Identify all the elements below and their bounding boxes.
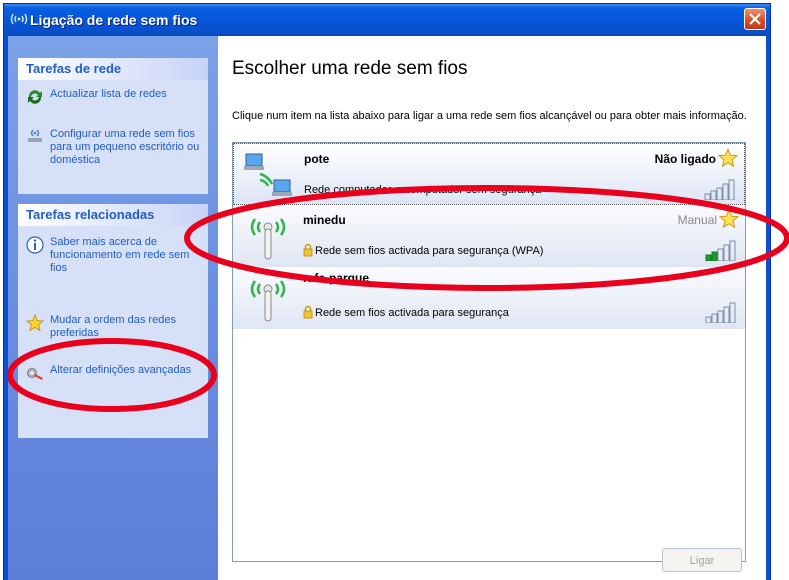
network-list[interactable]: pote Não ligado Rede computador-a-comput…	[232, 142, 746, 562]
access-point-icon	[250, 218, 286, 260]
signal-strength-icon	[704, 179, 735, 200]
task-change-preferred-order[interactable]: Mudar a ordem das redes preferidas	[26, 314, 206, 342]
info-icon	[26, 236, 44, 254]
preferred-star-icon	[719, 209, 739, 229]
close-icon	[749, 13, 761, 25]
lock-icon	[303, 243, 313, 257]
task-refresh-network-list[interactable]: Actualizar lista de redes	[26, 88, 206, 108]
page-title: Escolher uma rede sem fios	[232, 58, 468, 79]
task-refresh-label: Actualizar lista de redes	[50, 88, 167, 100]
star-icon	[26, 314, 44, 332]
related-tasks-heading: Tarefas relacionadas	[18, 204, 208, 226]
network-security: Rede computador-a-computador sem seguran…	[304, 184, 542, 196]
network-item-minedu[interactable]: minedu Manual Rede sem fios activada par…	[233, 205, 745, 267]
network-item-rafe-parque[interactable]: rafe-parque Rede sem fios activada para …	[233, 267, 745, 329]
title-bar[interactable]: Ligação de rede sem fios	[4, 4, 770, 36]
refresh-icon	[28, 90, 42, 104]
ad-hoc-network-icon	[244, 153, 292, 196]
task-learn-label: Saber mais acerca de funcionamento em re…	[50, 236, 190, 274]
access-point-icon	[250, 280, 286, 322]
task-learn-about-wireless[interactable]: Saber mais acerca de funcionamento em re…	[26, 236, 206, 276]
network-security: Rede sem fios activada para segurança (W…	[315, 245, 544, 257]
main-content: Escolher uma rede sem fios Clique num it…	[218, 36, 766, 580]
task-advanced-label: Alterar definições avançadas	[50, 364, 192, 376]
related-tasks-panel: Tarefas relacionadas Saber mais acerca d…	[18, 204, 208, 438]
close-button[interactable]	[744, 8, 766, 30]
connect-button[interactable]: Ligar	[662, 548, 742, 572]
network-tasks-panel: Tarefas de rede Actualizar lista de rede…	[18, 58, 208, 194]
wizard-icon	[28, 129, 42, 142]
task-change-order-label: Mudar a ordem das redes preferidas	[50, 314, 176, 339]
network-name: pote	[304, 152, 330, 166]
wireless-connection-window: Ligação de rede sem fios Tarefas de rede…	[3, 3, 771, 580]
task-setup-wireless-network[interactable]: Configurar uma rede sem fios para um peq…	[26, 128, 206, 176]
task-setup-label: Configurar uma rede sem fios para um peq…	[50, 128, 200, 166]
page-description: Clique num item na lista abaixo para lig…	[232, 110, 747, 122]
network-security: Rede sem fios activada para segurança	[315, 307, 509, 319]
settings-icon	[27, 368, 43, 380]
network-tasks-heading: Tarefas de rede	[18, 58, 208, 80]
wireless-icon	[10, 13, 28, 25]
window-title: Ligação de rede sem fios	[30, 12, 198, 28]
task-change-advanced-settings[interactable]: Alterar definições avançadas	[26, 364, 206, 392]
signal-strength-icon	[705, 240, 736, 261]
task-sidebar: Tarefas de rede Actualizar lista de rede…	[8, 36, 218, 580]
network-name: minedu	[303, 213, 346, 227]
lock-icon	[303, 305, 313, 319]
network-status: Não ligado	[654, 152, 716, 166]
signal-strength-icon	[705, 302, 736, 323]
network-status: Manual	[677, 213, 717, 227]
window-client: Tarefas de rede Actualizar lista de rede…	[8, 36, 766, 580]
network-name: rafe-parque	[303, 271, 370, 285]
network-item-pote[interactable]: pote Não ligado Rede computador-a-comput…	[233, 143, 745, 205]
preferred-star-icon	[718, 148, 738, 168]
